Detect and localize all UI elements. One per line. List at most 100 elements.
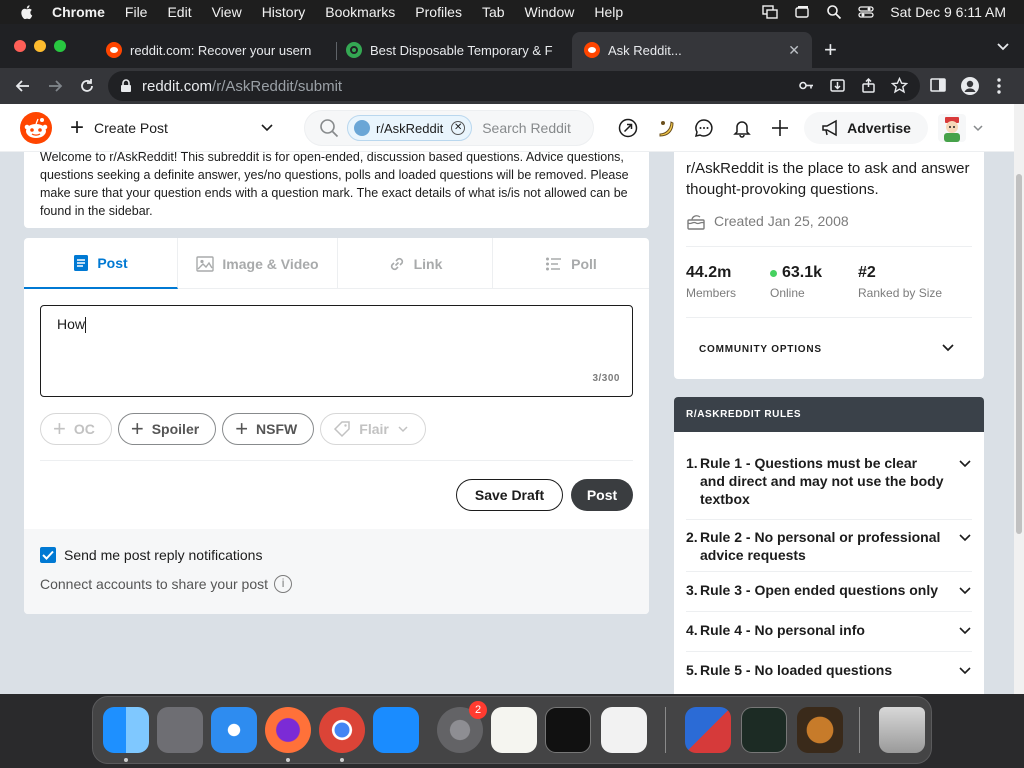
divider xyxy=(686,246,972,247)
reddit-search-bar[interactable]: r/AskReddit ✕ Search Reddit xyxy=(304,110,594,146)
install-app-icon[interactable] xyxy=(829,77,846,94)
coins-banana-icon[interactable] xyxy=(656,118,676,138)
menu-view[interactable]: View xyxy=(212,4,242,20)
launchpad-icon[interactable] xyxy=(157,707,203,753)
menu-edit[interactable]: Edit xyxy=(167,4,191,20)
menu-profiles[interactable]: Profiles xyxy=(415,4,462,20)
tab-post[interactable]: Post xyxy=(24,238,178,289)
screen-mirroring-icon[interactable] xyxy=(762,4,778,20)
chat-icon[interactable] xyxy=(694,118,714,138)
parallels-icon[interactable] xyxy=(685,707,731,753)
chevron-down-icon[interactable] xyxy=(972,122,984,134)
reply-notifications-option[interactable]: Send me post reply notifications xyxy=(40,547,262,563)
back-arrow-icon[interactable] xyxy=(14,77,32,95)
reddit-favicon-icon xyxy=(106,42,122,58)
menu-help[interactable]: Help xyxy=(594,4,623,20)
posting-guidelines-text: Welcome to r/AskReddit! This subreddit i… xyxy=(40,150,629,218)
key-icon[interactable] xyxy=(798,77,815,94)
info-icon[interactable]: i xyxy=(274,575,293,593)
scrollbar-thumb[interactable] xyxy=(1016,174,1022,534)
share-icon[interactable] xyxy=(860,77,877,94)
page-scrollbar[interactable] xyxy=(1014,104,1024,694)
menu-chrome[interactable]: Chrome xyxy=(52,4,105,20)
poll-icon xyxy=(546,257,562,270)
save-draft-button[interactable]: Save Draft xyxy=(456,479,563,511)
browser-tab-disposable-email[interactable]: Best Disposable Temporary & F xyxy=(334,32,572,68)
chrome-icon[interactable] xyxy=(319,707,365,753)
online-value: 63.1k xyxy=(782,264,823,281)
oc-tag-button[interactable]: + OC xyxy=(40,413,112,445)
rule-text: Rule 1 - Questions must be clear and dir… xyxy=(700,455,944,507)
remove-filter-icon[interactable]: ✕ xyxy=(451,121,466,135)
app-store-icon[interactable] xyxy=(373,707,419,753)
control-center-icon[interactable] xyxy=(858,4,874,20)
rule-item[interactable]: 3. Rule 3 - Open ended questions only xyxy=(686,581,972,599)
firefox-icon[interactable] xyxy=(265,707,311,753)
popular-arrow-icon[interactable] xyxy=(618,118,638,138)
character-counter: 3/300 xyxy=(592,373,620,384)
rule-item[interactable]: 2. Rule 2 - No personal or professional … xyxy=(686,528,972,564)
user-avatar[interactable] xyxy=(938,114,966,142)
apple-logo-icon[interactable] xyxy=(18,3,36,21)
spotlight-search-icon[interactable] xyxy=(826,4,842,20)
menubar-clock[interactable]: Sat Dec 9 6:11 AM xyxy=(890,4,1006,20)
tab-poll[interactable]: Poll xyxy=(493,238,649,289)
flair-tag-button[interactable]: Flair xyxy=(320,413,426,445)
bookmark-star-icon[interactable] xyxy=(891,77,908,94)
reddit-favicon-icon xyxy=(584,42,600,58)
address-bar[interactable]: reddit.com/r/AskReddit/submit xyxy=(108,71,920,101)
browser-tab-ask-reddit[interactable]: Ask Reddit... ✕ xyxy=(572,32,812,68)
chrome-menu-icon[interactable] xyxy=(996,77,1002,95)
tab-link[interactable]: Link xyxy=(338,238,493,289)
new-tab-plus-icon[interactable]: + xyxy=(824,39,837,61)
advertise-button[interactable]: Advertise xyxy=(804,112,928,144)
rule-item[interactable]: 1. Rule 1 - Questions must be clear and … xyxy=(686,454,972,508)
terminal-icon[interactable] xyxy=(545,707,591,753)
lock-icon[interactable] xyxy=(120,79,132,93)
reload-icon[interactable] xyxy=(78,77,96,95)
menu-bookmarks[interactable]: Bookmarks xyxy=(325,4,395,20)
zoom-window-button[interactable] xyxy=(54,40,66,52)
rule-item[interactable]: 4. Rule 4 - No personal info xyxy=(686,621,972,639)
browser-tab-recover-username[interactable]: reddit.com: Recover your usern xyxy=(94,32,338,68)
notifications-bell-icon[interactable] xyxy=(732,118,752,138)
menu-file[interactable]: File xyxy=(125,4,148,20)
vscode-icon[interactable] xyxy=(601,707,647,753)
tab-search-chevron-icon[interactable] xyxy=(996,42,1010,52)
close-window-button[interactable] xyxy=(14,40,26,52)
rank-label: Ranked by Size xyxy=(858,286,943,300)
tab-image-video[interactable]: Image & Video xyxy=(178,238,338,289)
create-post-plus-icon[interactable] xyxy=(770,118,790,138)
community-filter-chip[interactable]: r/AskReddit ✕ xyxy=(347,115,473,141)
rule-item[interactable]: 5. Rule 5 - No loaded questions xyxy=(686,661,972,679)
post-submit-button[interactable]: Post xyxy=(571,479,633,511)
dock-separator xyxy=(859,707,860,753)
garageband-icon[interactable] xyxy=(797,707,843,753)
menu-history[interactable]: History xyxy=(262,4,306,20)
chevron-down-icon[interactable] xyxy=(940,339,956,355)
menu-tab[interactable]: Tab xyxy=(482,4,505,20)
trash-icon[interactable] xyxy=(879,707,925,753)
finder-icon[interactable] xyxy=(103,707,149,753)
community-options-toggle[interactable]: COMMUNITY OPTIONS xyxy=(699,344,822,355)
menu-window[interactable]: Window xyxy=(525,4,575,20)
connect-accounts-label: Connect accounts to share your post xyxy=(40,576,269,592)
forward-arrow-icon[interactable] xyxy=(46,77,64,95)
close-tab-icon[interactable]: ✕ xyxy=(788,42,800,59)
reddit-logo-icon[interactable] xyxy=(20,112,52,144)
side-panel-icon[interactable] xyxy=(930,77,946,93)
minimize-window-button[interactable] xyxy=(34,40,46,52)
post-title-input[interactable]: How 3/300 xyxy=(40,305,633,397)
safari-icon[interactable] xyxy=(211,707,257,753)
spoiler-tag-button[interactable]: + Spoiler xyxy=(117,413,217,445)
profile-icon[interactable] xyxy=(960,76,980,96)
window-icon[interactable] xyxy=(794,4,810,20)
checkbox-checked-icon[interactable] xyxy=(40,547,56,563)
search-input[interactable]: Search Reddit xyxy=(482,120,571,136)
textedit-icon[interactable] xyxy=(491,707,537,753)
nsfw-tag-button[interactable]: + NSFW xyxy=(222,413,315,445)
activity-monitor-icon[interactable] xyxy=(741,707,787,753)
connect-accounts: Connect accounts to share your post i xyxy=(40,575,293,593)
create-post-dropdown[interactable]: + Create Post xyxy=(70,114,273,142)
about-community-card: r/AskReddit is the place to ask and answ… xyxy=(674,144,984,379)
